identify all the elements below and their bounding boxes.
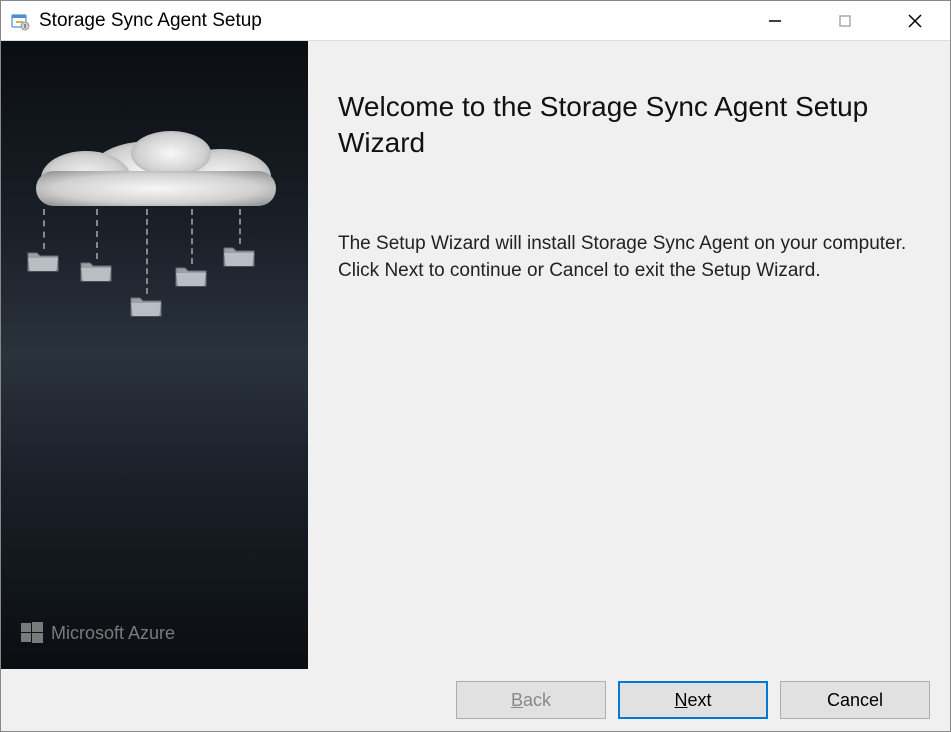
wizard-heading: Welcome to the Storage Sync Agent Setup … (338, 89, 910, 162)
content-area: Microsoft Azure Welcome to the Storage S… (1, 41, 950, 669)
window-controls (740, 1, 950, 40)
wizard-main-panel: Welcome to the Storage Sync Agent Setup … (308, 41, 950, 669)
installer-window: Storage Sync Agent Setup (0, 0, 951, 732)
wizard-body-text: The Setup Wizard will install Storage Sy… (338, 230, 910, 285)
folder-icon (222, 244, 256, 270)
cloud-graphic (31, 131, 281, 211)
titlebar: Storage Sync Agent Setup (1, 1, 950, 41)
installer-icon (9, 10, 31, 32)
minimize-button[interactable] (740, 1, 810, 40)
window-title: Storage Sync Agent Setup (39, 10, 740, 32)
folder-icon (174, 264, 208, 290)
windows-icon (21, 622, 43, 644)
next-button[interactable]: Next (618, 681, 768, 719)
close-button[interactable] (880, 1, 950, 40)
cancel-button[interactable]: Cancel (780, 681, 930, 719)
folder-icon (129, 294, 163, 320)
wizard-banner-image: Microsoft Azure (1, 41, 308, 669)
folder-icon (26, 249, 60, 275)
back-button: Back (456, 681, 606, 719)
folder-icon (79, 259, 113, 285)
button-bar: Back Next Cancel (1, 669, 950, 731)
azure-logo: Microsoft Azure (21, 622, 175, 644)
azure-brand-text: Microsoft Azure (51, 623, 175, 644)
maximize-button (810, 1, 880, 40)
